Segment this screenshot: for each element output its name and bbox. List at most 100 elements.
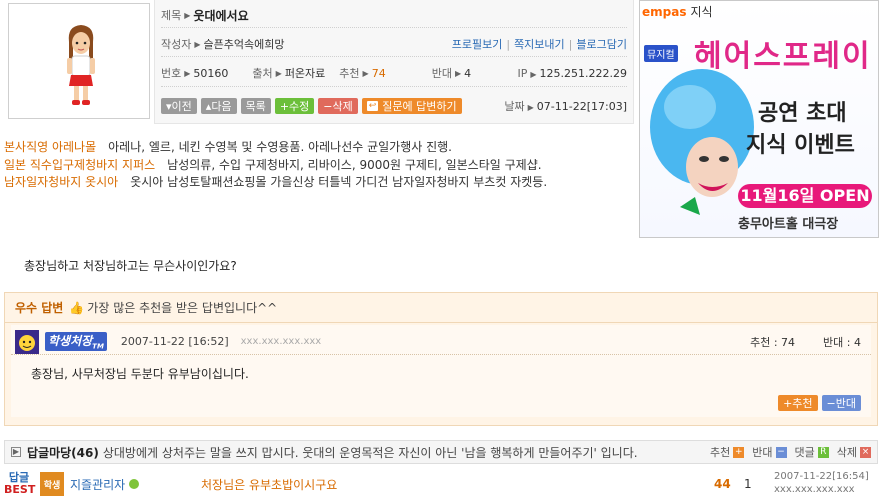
reply-text: 처장님은 유부초밥이시구요 xyxy=(201,477,338,492)
arrow-icon: ▶ xyxy=(362,68,369,78)
post-info: 제목 ▶ 웃대에서요 작성자 ▶ 슬픈추억속에희망 프로필보기 | 쪽지보내기 | 블로… xyxy=(154,0,634,124)
answer-button[interactable]: ↩ 질문에 답변하기 xyxy=(361,98,462,114)
sponsor-link-2[interactable]: 일본 직수입구제청바지 지퍼스 남성의류, 수입 구제청바지, 리바이스, 900… xyxy=(4,156,542,173)
best-reply-badge: 답글 BEST xyxy=(4,472,35,496)
answer-label: 질문에 답변하기 xyxy=(382,100,457,113)
separator: | xyxy=(506,38,511,51)
legend-comment: 댓글 xyxy=(794,446,815,459)
answer-meta: 학생처장TM 2007-11-22 [16:52] xxx.xxx.xxx.xx… xyxy=(11,329,871,355)
ad-line1: 공연 초대 xyxy=(758,101,847,126)
sponsor-desc: 옷시아 남성토탈패션쇼핑몰 가을신상 터틀넥 가디건 남자일자청바지 부츠컷 자… xyxy=(130,175,548,189)
oppose-count: 4 xyxy=(464,66,472,80)
message-link[interactable]: 쪽지보내기 xyxy=(514,38,565,51)
next-button[interactable]: ▴ 다음 xyxy=(200,98,237,114)
plus-icon: + xyxy=(733,446,745,458)
author-name[interactable]: 슬픈추억속에희망 xyxy=(204,36,285,52)
divider xyxy=(161,27,627,28)
ad-line2: 지식 이벤트 xyxy=(746,133,855,158)
answer-buttons: + 추천 − 반대 xyxy=(778,395,865,411)
ad-brand: empas 지식 xyxy=(642,3,713,20)
post-title: 웃대에서요 xyxy=(193,8,249,23)
reply-icon: R xyxy=(817,446,829,458)
sponsor-desc: 남성의류, 수입 구제청바지, 리바이스, 9000원 구제티, 일본스타일 구… xyxy=(167,158,542,172)
collapse-toggle-icon[interactable]: ▶ xyxy=(11,447,21,457)
list-button[interactable]: 목록 xyxy=(240,98,271,114)
arrow-icon: ▶ xyxy=(275,68,282,78)
answer-username-text: 학생처장 xyxy=(48,334,93,349)
answer-ip: xxx.xxx.xxx.xxx xyxy=(240,336,322,347)
title-row: 제목 ▶ 웃대에서요 xyxy=(161,6,627,24)
meta-row: 번호 ▶ 50160 출처 ▶ 퍼온자료 추천 ▶ 74 반대 ▶ 4 IP ▶ 1… xyxy=(161,64,627,82)
arrow-icon: ▶ xyxy=(527,103,534,112)
sponsor-desc: 아레나, 엘르, 네킨 수영복 및 수영용품. 아레나선수 균일가행사 진행. xyxy=(108,140,452,154)
arrow-icon: ▶ xyxy=(184,68,191,78)
reply-section-title: 답글마당(46) xyxy=(27,445,99,460)
minus-icon: − xyxy=(323,99,333,113)
oppose-button-label: 반대 xyxy=(835,397,856,410)
author-row: 작성자 ▶ 슬픈추억속에희망 프로필보기 | 쪽지보내기 | 블로그담기 xyxy=(161,35,627,53)
best-answer-title: 우수 답변 xyxy=(15,301,64,315)
answer-recommend: 추천 : 74 xyxy=(750,335,796,349)
blog-link[interactable]: 블로그담기 xyxy=(576,38,627,51)
answer-time: 2007-11-22 [16:52] xyxy=(120,335,229,348)
prev-button[interactable]: ▾ 이전 xyxy=(161,98,197,114)
sponsor-link-3[interactable]: 남자일자청바지 옷시아 옷시아 남성토탈패션쇼핑몰 가을신상 터틀넥 가디건 남자… xyxy=(4,173,547,190)
ad-date: 11월16일 OPEN xyxy=(738,184,872,208)
sponsor-keyword[interactable]: 남자일자청바지 옷시아 xyxy=(4,175,118,189)
minus-icon: − xyxy=(775,446,787,458)
title-label: 제목 xyxy=(161,9,182,22)
no-label: 번호 xyxy=(161,67,182,80)
reply-avatar-text: 학생 xyxy=(43,480,61,491)
prev-label: 이전 xyxy=(171,100,192,113)
ip-label: IP xyxy=(517,66,528,80)
next-label: 다음 xyxy=(211,100,232,113)
post-date: 07-11-22[17:03] xyxy=(536,100,627,113)
delete-label: 삭제 xyxy=(332,100,353,113)
sponsor-keyword[interactable]: 일본 직수입구제청바지 지퍼스 xyxy=(4,158,155,172)
close-icon: × xyxy=(860,446,871,458)
edit-button[interactable]: + 수정 xyxy=(274,98,315,114)
reply-recommend-count: 44 xyxy=(714,477,731,491)
profile-link[interactable]: 프로필보기 xyxy=(452,38,503,51)
ad-banner[interactable]: empas 지식 뮤지컬 헤어스프레이 공연 초대 지식 이벤트 11월16일 O… xyxy=(639,0,879,238)
answer-body: 총장님, 사무처장님 두분다 유부남이십니다. xyxy=(31,367,249,381)
divider xyxy=(161,86,627,87)
answer-oppose: 반대 : 4 xyxy=(823,335,861,349)
button-row: ▾ 이전 ▴ 다음 목록 + 수정 − 삭제 ↩ 질문에 답변하기 날짜 ▶ 07-11-22… xyxy=(161,97,627,115)
reply-section-bar: ▶ 답글마당(46) 상대방에게 상처주는 말을 쓰지 맙시다. 웃대의 운영목… xyxy=(4,440,878,464)
reply-ip: xxx.xxx.xxx.xxx xyxy=(774,484,855,495)
reply-author[interactable]: 지즐관리자 xyxy=(70,476,125,493)
arrow-icon: ▶ xyxy=(194,39,201,49)
source-label: 출처 xyxy=(252,67,273,80)
oppose-label: 반대 xyxy=(431,67,452,80)
divider xyxy=(161,56,627,57)
recommend-button-label: 추천 xyxy=(792,397,813,410)
ip-group: IP ▶ 125.251.222.29 xyxy=(517,67,627,80)
arrow-icon: ▶ xyxy=(454,68,462,78)
legend-oppose: 반대 xyxy=(752,446,773,459)
answer-votes: 추천 : 74 반대 : 4 xyxy=(722,334,861,350)
sponsor-link-1[interactable]: 본사직영 아레나몰 아레나, 엘르, 네킨 수영복 및 수영용품. 아레나선수 균… xyxy=(4,138,452,155)
best-answer-subtitle: 가장 많은 추천을 받은 답변입니다^^ xyxy=(87,301,278,315)
best-answer-header: 우수 답변 👍 가장 많은 추천을 받은 답변입니다^^ xyxy=(5,293,877,323)
ad-venue: 충무아트홀 대극장 xyxy=(738,217,839,232)
arrow-icon: ▶ xyxy=(530,69,537,79)
reply-legend: 추천 + 반대 − 댓글 R 삭제 × xyxy=(710,444,871,460)
author-links: 프로필보기 | 쪽지보내기 | 블로그담기 xyxy=(452,36,627,52)
best-answer: 학생처장TM 2007-11-22 [16:52] xxx.xxx.xxx.xx… xyxy=(11,325,871,417)
recommend-label: 추천 xyxy=(339,67,360,80)
answer-user-badge: TM xyxy=(92,342,104,351)
sponsor-keyword[interactable]: 본사직영 아레나몰 xyxy=(4,140,96,154)
best-answer-box: 우수 답변 👍 가장 많은 추천을 받은 답변입니다^^ 학생처장TM 2007… xyxy=(4,292,878,426)
date-label: 날짜 xyxy=(504,100,525,113)
post-source: 퍼온자료 xyxy=(284,67,326,80)
date-group: 날짜 ▶ 07-11-22[17:03] xyxy=(504,98,627,114)
delete-button[interactable]: − 삭제 xyxy=(318,98,358,114)
legend-recommend: 추천 xyxy=(710,446,731,459)
ad-tag: 뮤지컬 xyxy=(644,45,678,62)
minus-icon: − xyxy=(826,396,836,410)
answer-username[interactable]: 학생처장TM xyxy=(45,332,107,351)
ip-value: 125.251.222.29 xyxy=(539,66,627,80)
recommend-button[interactable]: + 추천 xyxy=(778,395,818,411)
oppose-button[interactable]: − 반대 xyxy=(821,395,861,411)
